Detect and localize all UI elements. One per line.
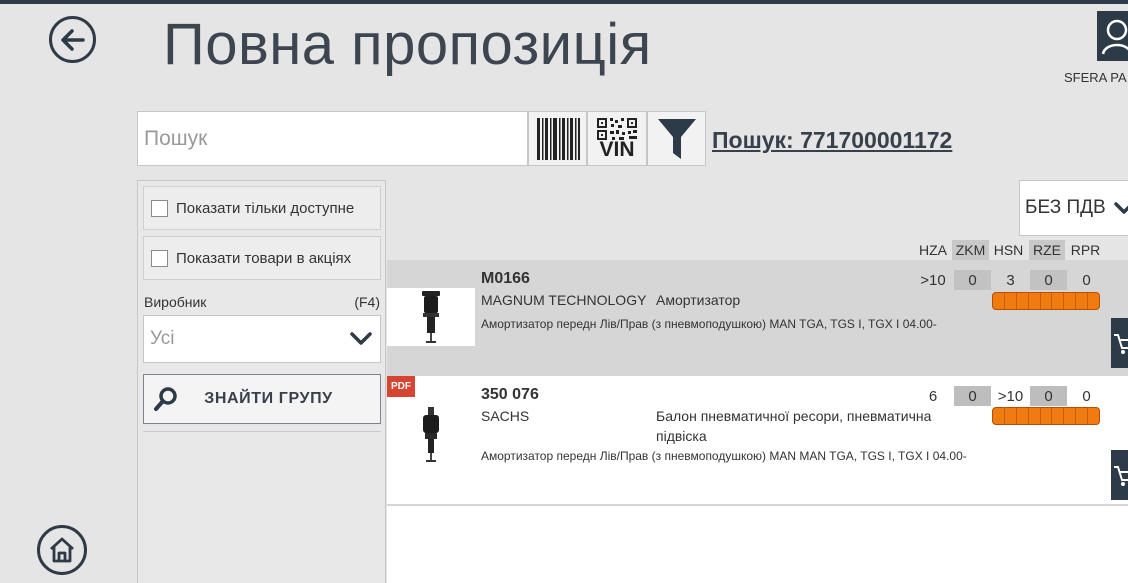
product-type: Амортизатор: [656, 292, 741, 308]
filter-panel: Показати тільки доступне Показати товари…: [137, 180, 386, 583]
chevron-down-icon: [1113, 202, 1128, 214]
product-type-line2: підвіска: [656, 428, 707, 444]
stock-hsn: >10: [997, 387, 1024, 405]
warehouse-header-hsn: HSN: [993, 242, 1024, 258]
search-query-link[interactable]: Пошук: 771700001172: [712, 127, 952, 154]
product-code[interactable]: 350 076: [481, 386, 539, 404]
user-avatar[interactable]: [1097, 11, 1128, 61]
manufacturer-shortcut: (F4): [354, 294, 380, 310]
search-input[interactable]: [137, 111, 528, 166]
warehouse-header-rpr: RPR: [1070, 242, 1101, 258]
product-type-line1: Балон пневматичної ресори, пневматична: [656, 408, 932, 424]
find-group-label: ЗНАЙТИ ГРУПУ: [204, 390, 333, 407]
only-available-label: Показати тільки доступне: [176, 199, 355, 217]
product-description: Амортизатор передн Лів/Прав (з пневмопод…: [481, 449, 967, 463]
results-list: M0166 MAGNUM TECHNOLOGY Амортизатор Амор…: [387, 260, 1128, 583]
manufacturer-label: Виробник: [144, 294, 207, 310]
product-code[interactable]: M0166: [481, 270, 530, 288]
availability-bar: [992, 407, 1100, 425]
search-icon: [154, 387, 177, 411]
shock-absorber-image: [422, 291, 440, 343]
air-spring-image: [423, 407, 439, 462]
stock-zkm: 0: [954, 386, 991, 406]
user-name: SFERA PA: [1064, 70, 1127, 85]
stock-zkm: 0: [954, 270, 991, 290]
home-icon: [50, 537, 74, 563]
funnel-icon: [657, 118, 696, 159]
availability-bar: [992, 292, 1100, 310]
only-available-checkbox-row[interactable]: Показати тільки доступне: [143, 186, 381, 230]
top-bar: [0, 0, 1128, 4]
stock-rze: 0: [1030, 386, 1067, 406]
manufacturer-value: Усі: [150, 328, 175, 349]
chevron-down-icon: [350, 332, 372, 346]
product-image: [387, 288, 475, 346]
stock-rpr: 0: [1082, 387, 1091, 405]
product-image: [387, 406, 475, 464]
product-row[interactable]: M0166 MAGNUM TECHNOLOGY Амортизатор Амор…: [387, 260, 1128, 376]
vat-select[interactable]: БЕЗ ПДВ: [1019, 180, 1128, 236]
stock-rpr: 0: [1082, 271, 1091, 289]
filter-button[interactable]: [647, 111, 706, 166]
warehouse-header-hza: HZA: [919, 242, 947, 258]
cart-icon: [1114, 466, 1128, 486]
stock-hsn: 3: [1006, 271, 1015, 289]
user-icon: [1101, 19, 1128, 55]
promotions-checkbox[interactable]: [151, 249, 168, 267]
only-available-checkbox[interactable]: [151, 199, 168, 217]
stock-rze: 0: [1030, 270, 1067, 290]
back-button[interactable]: [49, 16, 96, 63]
panel-divider: [143, 431, 381, 432]
arrow-left-circle-icon: [60, 28, 85, 51]
promotions-label: Показати товари в акціях: [176, 249, 352, 267]
warehouse-header-zkm: ZKM: [952, 240, 989, 260]
product-brand: MAGNUM TECHNOLOGY: [481, 292, 647, 308]
product-description: Амортизатор передн Лів/Прав (з пневмопод…: [481, 317, 937, 331]
stock-hza: 6: [928, 387, 938, 405]
page-title: Повна пропозиція: [163, 12, 652, 77]
find-group-button[interactable]: ЗНАЙТИ ГРУПУ: [143, 374, 381, 424]
cart-icon: [1114, 334, 1128, 354]
add-to-cart-button[interactable]: [1111, 450, 1128, 500]
stock-hza: >10: [920, 271, 946, 289]
add-to-cart-button[interactable]: [1111, 318, 1128, 368]
vat-select-label: БЕЗ ПДВ: [1025, 197, 1106, 218]
qr-code-icon: [597, 117, 637, 140]
barcode-scan-button[interactable]: [528, 111, 587, 166]
vin-label: VIN: [599, 137, 635, 161]
product-row[interactable]: PDF 350 076 SACHS Балон пневматичної рес…: [387, 376, 1128, 506]
pdf-badge[interactable]: PDF: [387, 376, 415, 397]
home-button[interactable]: [37, 525, 87, 575]
manufacturer-select[interactable]: Усі: [143, 315, 381, 363]
promotions-checkbox-row[interactable]: Показати товари в акціях: [143, 236, 381, 280]
warehouse-header-rze: RZE: [1029, 240, 1065, 260]
barcode-icon: [536, 117, 580, 160]
qr-vin-button[interactable]: VIN: [587, 111, 647, 166]
product-brand: SACHS: [481, 408, 530, 424]
